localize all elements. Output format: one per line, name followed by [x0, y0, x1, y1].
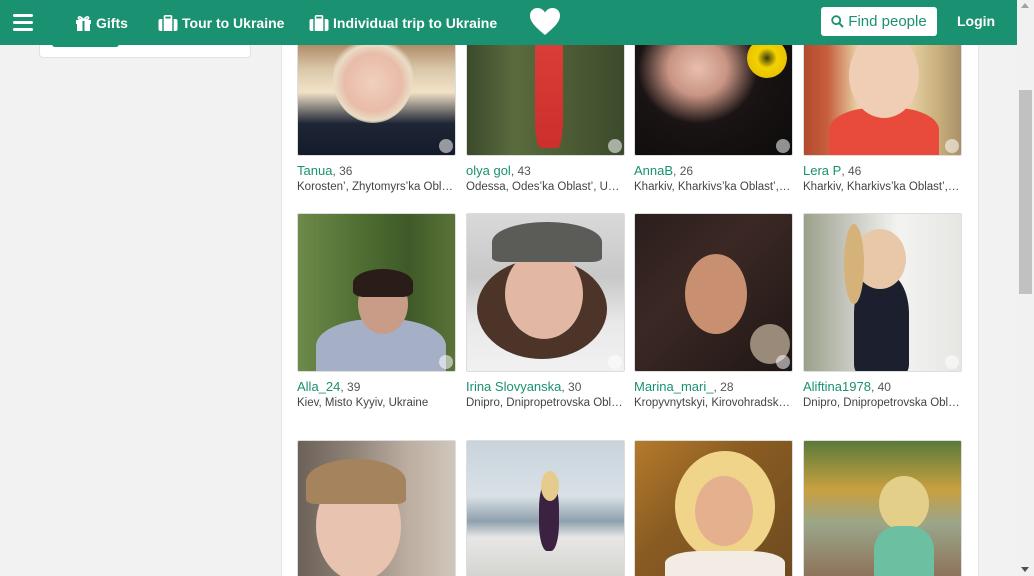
profile-photo[interactable]: [466, 213, 625, 372]
profile-name-line: AnnaB, 26: [634, 163, 793, 180]
top-navbar: Gifts Tour to Ukraine Individual trip to…: [0, 0, 1017, 45]
scroll-down-arrow-icon[interactable]: [1021, 567, 1029, 572]
profile-location: Kharkiv, Kharkivs’ka Oblast’, Ukraine: [634, 181, 793, 193]
profile-card: Alla_24, 39 Kiev, Misto Kyyiv, Ukraine: [297, 213, 456, 409]
profile-age: , 39: [340, 380, 361, 394]
nav-individual-trip-label: Individual trip to Ukraine: [333, 15, 498, 31]
login-link[interactable]: Login: [957, 13, 995, 29]
nav-tour-label: Tour to Ukraine: [182, 15, 285, 31]
profile-name-link[interactable]: Aliftina1978: [803, 379, 871, 394]
search-icon: [831, 15, 845, 28]
profile-name-link[interactable]: Alla_24: [297, 379, 340, 394]
profile-photo[interactable]: [634, 213, 793, 372]
profile-name-line: Tanua, 36: [297, 163, 456, 180]
profile-photo[interactable]: [297, 213, 456, 372]
profile-location: Dnipro, Dnipropetrovska Oblast, Ukraine: [803, 397, 962, 409]
profile-age: , 40: [870, 380, 891, 394]
scroll-up-arrow-icon[interactable]: [1021, 3, 1029, 8]
gift-icon: [76, 16, 91, 31]
profile-card: [466, 440, 625, 576]
profile-location: Kropyvnytskyi, Kirovohradska Oblast, Ukr…: [634, 397, 793, 409]
suitcase-icon: [309, 15, 329, 31]
profile-age: , 28: [713, 380, 734, 394]
profile-photo[interactable]: [297, 440, 456, 576]
profile-location: Korosten’, Zhytomyrs’ka Oblast’, Ukraine: [297, 181, 456, 193]
profile-name-link[interactable]: Lera P: [803, 163, 841, 178]
profile-name-line: Marina_mari_, 28: [634, 379, 793, 396]
profile-age: , 26: [673, 164, 694, 178]
profile-location: Kiev, Misto Kyyiv, Ukraine: [297, 397, 429, 409]
profile-name-line: olya gol, 43: [466, 163, 625, 180]
nav-tour-link[interactable]: Tour to Ukraine: [158, 13, 284, 33]
profile-age: , 30: [561, 380, 582, 394]
profile-card: [634, 440, 793, 576]
suitcase-icon: [158, 15, 178, 31]
page-scrollbar[interactable]: [1017, 0, 1034, 576]
profile-name-line: Aliftina1978, 40: [803, 379, 962, 396]
profile-card: Irina Slovyanska, 30 Dnipro, Dnipropetro…: [466, 213, 625, 409]
menu-icon[interactable]: [13, 14, 33, 31]
nav-individual-trip-link[interactable]: Individual trip to Ukraine: [309, 13, 497, 33]
profile-name-line: Alla_24, 39: [297, 379, 456, 396]
profile-name-link[interactable]: olya gol: [466, 163, 511, 178]
profile-card: [297, 440, 456, 576]
profile-name-link[interactable]: Irina Slovyanska: [466, 379, 561, 394]
heart-logo-icon[interactable]: [529, 7, 561, 37]
nav-gifts-link[interactable]: Gifts: [75, 13, 128, 33]
profile-photo[interactable]: [803, 213, 962, 372]
profile-location: Kharkiv, Kharkivs’ka Oblast’, Ukraine: [803, 181, 962, 193]
profile-photo[interactable]: [634, 440, 793, 576]
profile-photo[interactable]: [803, 440, 962, 576]
nav-gifts-label: Gifts: [96, 15, 128, 31]
scrollbar-thumb[interactable]: [1019, 90, 1032, 294]
profile-name-link[interactable]: Marina_mari_: [634, 379, 713, 394]
profile-card: [803, 440, 962, 576]
profile-photo[interactable]: [466, 440, 625, 576]
profile-card: Aliftina1978, 40 Dnipro, Dnipropetrovska…: [803, 213, 962, 409]
profile-location: Dnipro, Dnipropetrovska Oblast, Ukraine: [466, 397, 625, 409]
find-people-button[interactable]: Find people: [821, 7, 937, 36]
profile-name-line: Irina Slovyanska, 30: [466, 379, 625, 396]
profile-name-link[interactable]: AnnaB: [634, 163, 673, 178]
profile-age: , 46: [841, 164, 862, 178]
profile-name-line: Lera P, 46: [803, 163, 962, 180]
profile-name-link[interactable]: Tanua: [297, 163, 332, 178]
find-people-label: Find people: [848, 13, 927, 30]
profile-card: Marina_mari_, 28 Kropyvnytskyi, Kirovohr…: [634, 213, 793, 409]
profile-age: , 36: [332, 164, 353, 178]
profile-age: , 43: [510, 164, 531, 178]
profile-location: Odessa, Odes’ka Oblast’, Ukraine: [466, 181, 625, 193]
